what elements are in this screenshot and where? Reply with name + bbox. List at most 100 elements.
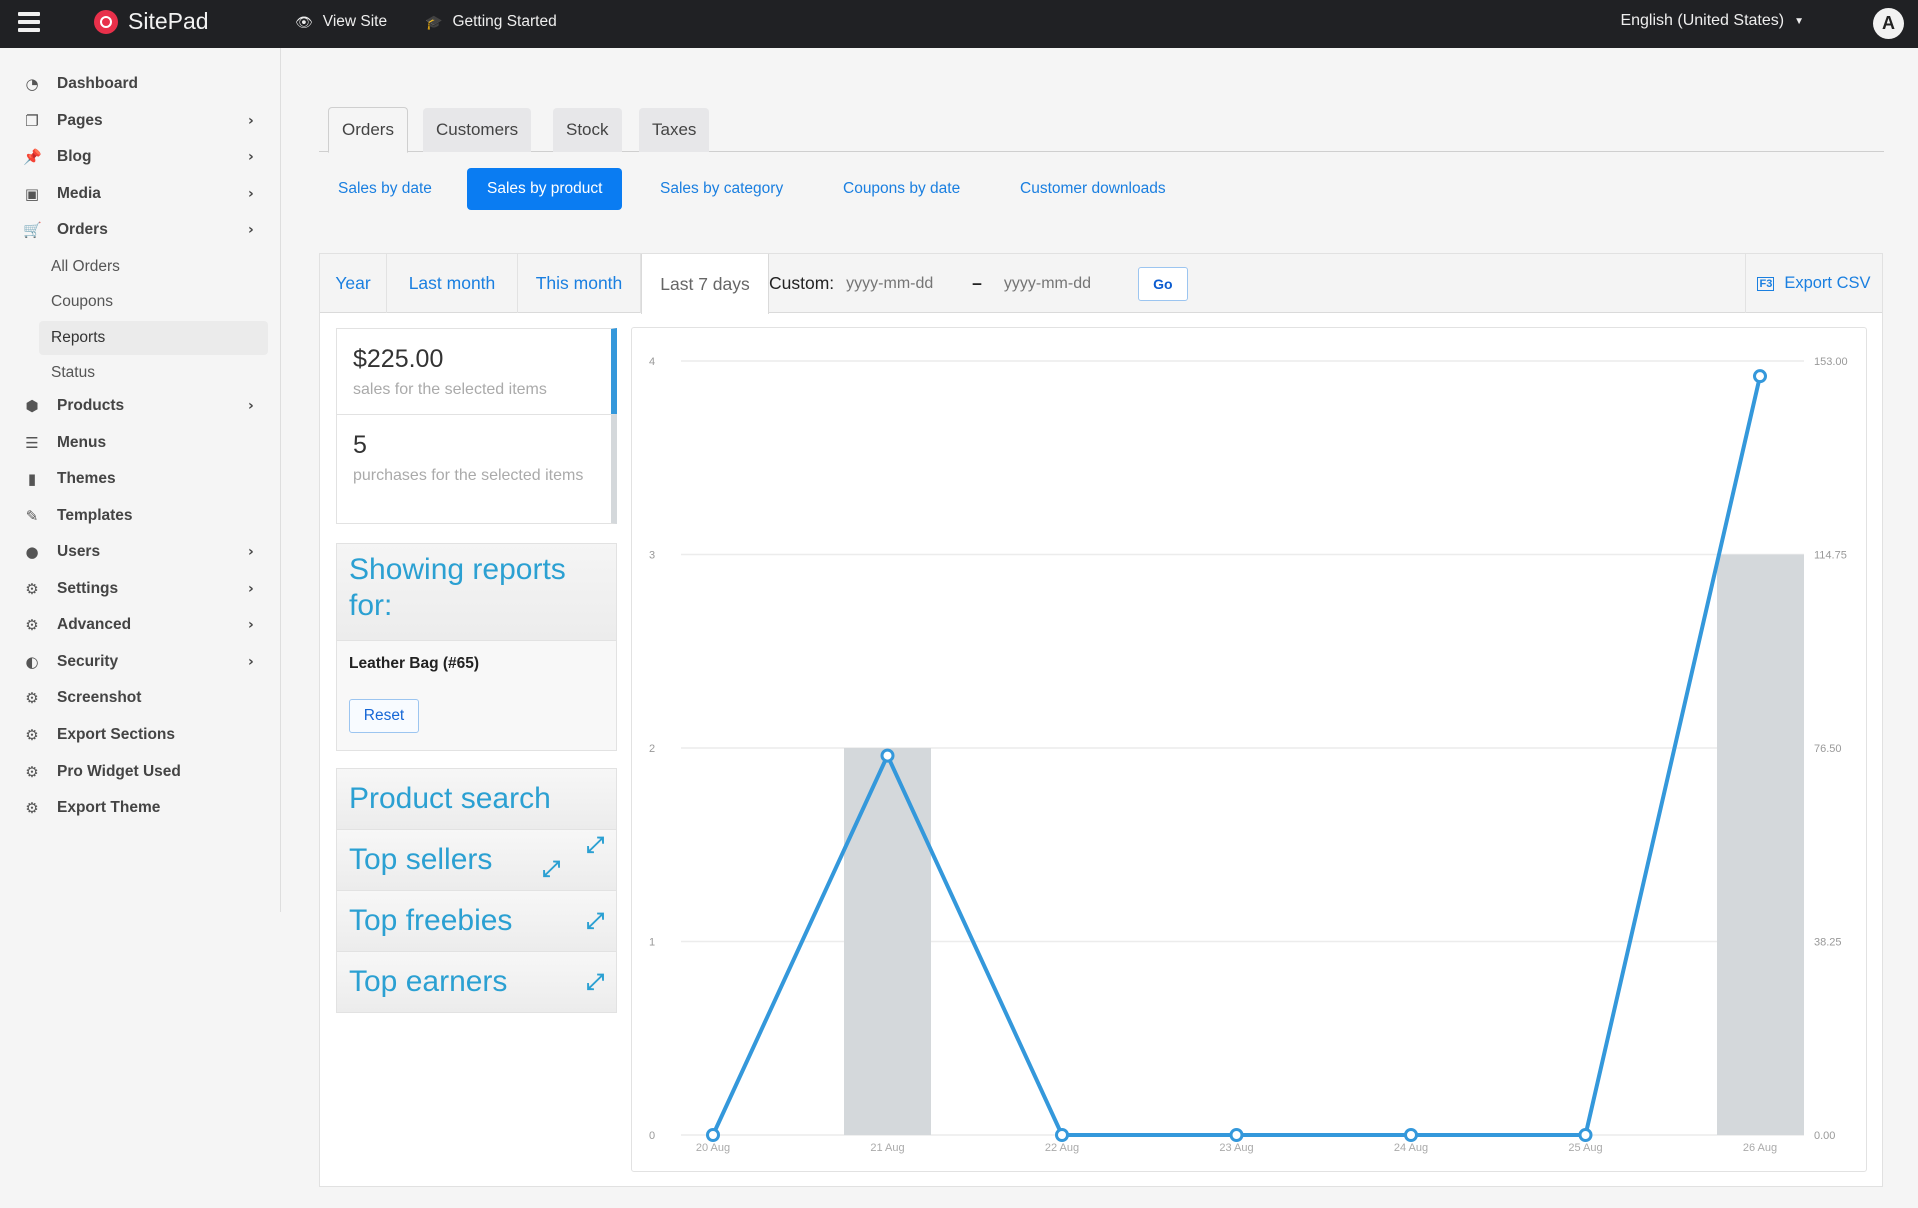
expand-icon[interactable]: ⤢ <box>586 969 604 995</box>
sidebar-item-media[interactable]: ▣ Media › <box>0 179 281 209</box>
box-icon: ⬢ <box>25 397 39 415</box>
x-tick-label: 26 Aug <box>1743 1142 1777 1154</box>
bar <box>844 748 931 1135</box>
sidebar-item-orders[interactable]: 🛒 Orders › <box>0 215 281 245</box>
x-tick-label: 21 Aug <box>870 1142 904 1154</box>
sales-point <box>1229 1128 1244 1142</box>
menu-toggle-icon[interactable] <box>18 12 40 34</box>
sales-point <box>1055 1128 1069 1142</box>
tab-customers[interactable]: Customers <box>423 108 532 152</box>
expand-icon[interactable]: ⤢ <box>586 908 604 934</box>
view-site-link[interactable]: 👁 View Site <box>295 13 387 31</box>
range-last-month[interactable]: Last month <box>387 254 518 313</box>
tab-stock[interactable]: Stock <box>553 108 622 152</box>
sidebar-item-export-theme[interactable]: ⚙ Export Theme <box>0 793 281 823</box>
avatar[interactable]: A <box>1873 8 1904 39</box>
sidebar-subitem-label: Status <box>51 364 95 381</box>
sales-stat[interactable]: $225.00 sales for the selected items <box>336 328 617 415</box>
range-this-month[interactable]: This month <box>518 254 641 313</box>
sidebar-item-templates[interactable]: ✎ Templates <box>0 501 281 531</box>
chevron-right-icon: › <box>248 149 254 165</box>
x-tick-label: 22 Aug <box>1045 1142 1079 1154</box>
caret-down-icon: ▼ <box>1794 15 1804 27</box>
sidebar-subitem-status[interactable]: Status <box>39 356 268 390</box>
widget-title: Product search <box>349 782 551 815</box>
pages-icon: ❐ <box>25 112 39 130</box>
export-csv-label: Export CSV <box>1784 274 1871 292</box>
sidebar-item-themes[interactable]: ▮ Themes <box>0 464 281 494</box>
sidebar-item-menus[interactable]: ☰ Menus <box>0 428 281 458</box>
sidebar-item-security[interactable]: ◐ Security › <box>0 647 281 677</box>
subnav-customer-downloads[interactable]: Customer downloads <box>1020 168 1166 210</box>
sidebar-item-label: Blog <box>57 148 92 165</box>
sales-point <box>880 748 895 763</box>
showing-reports-title: Showing reports for: <box>337 544 616 641</box>
sidebar-item-users[interactable]: ● Users › <box>0 537 281 567</box>
purchases-stat[interactable]: 5 purchases for the selected items <box>336 414 617 524</box>
sidebar-item-blog[interactable]: 📌 Blog › <box>0 142 281 172</box>
x-tick-label: 23 Aug <box>1219 1142 1253 1154</box>
top-earners-widget[interactable]: Top earners ⤢ <box>336 951 617 1013</box>
subnav-sales-by-product[interactable]: Sales by product <box>467 168 623 210</box>
getting-started-link[interactable]: 🎓 Getting Started <box>425 13 557 31</box>
sidebar-item-label: Pages <box>57 112 103 129</box>
brand[interactable]: SitePad <box>94 8 209 35</box>
y-right-tick-label: 38.25 <box>1814 937 1842 949</box>
expand-icon[interactable]: ⤢ <box>542 856 560 882</box>
showing-reports-box: Showing reports for: Leather Bag (#65) R… <box>336 543 617 751</box>
subnav-sales-by-date[interactable]: Sales by date <box>338 168 432 210</box>
sidebar-subitem-label: All Orders <box>51 258 120 275</box>
subnav-coupons-by-date[interactable]: Coupons by date <box>843 168 960 210</box>
y-left-tick-label: 2 <box>649 743 655 755</box>
widget-title: Top sellers <box>349 843 493 876</box>
sidebar-item-label: Themes <box>57 470 116 487</box>
sidebar-item-advanced[interactable]: ⚙ Advanced › <box>0 610 281 640</box>
sidebar-item-export-sections[interactable]: ⚙ Export Sections <box>0 720 281 750</box>
end-date-input[interactable] <box>1003 274 1124 293</box>
top-freebies-widget[interactable]: Top freebies ⤢ <box>336 890 617 952</box>
sidebar-item-label: Settings <box>57 580 119 597</box>
sidebar-item-settings[interactable]: ⚙ Settings › <box>0 574 281 604</box>
y-left-tick-label: 0 <box>649 1130 655 1142</box>
sidebar-subitem-coupons[interactable]: Coupons <box>39 285 268 319</box>
sidebar-item-label: Menus <box>57 434 107 451</box>
sales-chart-svg: 0 1 2 3 4 0.00 38.25 76.50 114.75 153.00 20 Aug 21 … <box>649 356 1848 1154</box>
expand-icon[interactable]: ⤢ <box>586 832 604 858</box>
tab-orders[interactable]: Orders <box>328 107 408 153</box>
sidebar-item-pro-widget-used[interactable]: ⚙ Pro Widget Used <box>0 757 281 787</box>
sidebar-item-products[interactable]: ⬢ Products › <box>0 391 281 421</box>
subnav-sales-by-category[interactable]: Sales by category <box>660 168 783 210</box>
chevron-right-icon: › <box>248 544 254 560</box>
sidebar-item-label: Export Theme <box>57 799 161 816</box>
sidebar-item-label: Security <box>57 653 119 670</box>
export-csv-button[interactable]: F3 Export CSV <box>1745 254 1882 313</box>
sales-value: $225.00 <box>353 345 444 373</box>
gear-icon: ⚙ <box>25 689 39 707</box>
widgets: Product search Top sellers ⤢ ⤢ Top freeb… <box>336 768 617 1015</box>
sidebar-item-screenshot[interactable]: ⚙ Screenshot <box>0 683 281 713</box>
sidebar-item-label: Dashboard <box>57 75 138 92</box>
reset-button[interactable]: Reset <box>349 699 419 733</box>
custom-label: Custom: <box>769 273 835 293</box>
selected-product: Leather Bag (#65) <box>349 655 480 672</box>
language-label: English (United States) <box>1620 12 1785 29</box>
chevron-right-icon: › <box>248 581 254 597</box>
sidebar-item-pages[interactable]: ❐ Pages › <box>0 106 281 136</box>
top-sellers-widget[interactable]: Top sellers ⤢ ⤢ <box>336 829 617 891</box>
gear-icon: ⚙ <box>25 799 39 817</box>
sidebar-item-dashboard[interactable]: ◔ Dashboard <box>0 69 281 99</box>
sales-point <box>1753 369 1767 384</box>
tab-taxes[interactable]: Taxes <box>639 108 710 152</box>
product-search-widget[interactable]: Product search <box>336 768 617 830</box>
widget-title: Top freebies <box>349 904 513 937</box>
range-year[interactable]: Year <box>320 254 387 313</box>
go-button[interactable]: Go <box>1137 266 1188 301</box>
language-selector[interactable]: English (United States) ▼ <box>1620 12 1804 30</box>
range-last-7-days[interactable]: Last 7 days <box>641 254 769 314</box>
chevron-right-icon: › <box>248 654 254 670</box>
date-separator: – <box>972 273 982 293</box>
sidebar-subitem-label: Coupons <box>51 293 114 310</box>
sidebar-subitem-reports[interactable]: Reports <box>39 321 268 355</box>
start-date-input[interactable] <box>846 274 967 293</box>
sidebar-subitem-all-orders[interactable]: All Orders <box>39 250 268 284</box>
